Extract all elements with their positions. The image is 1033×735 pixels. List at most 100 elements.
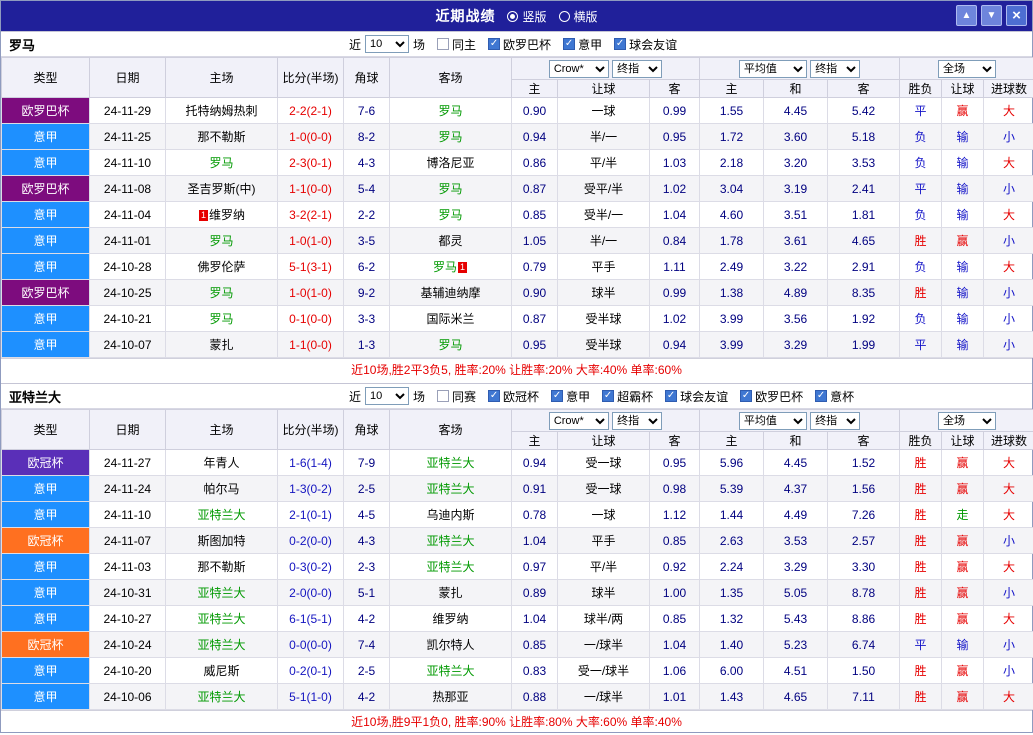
asia-home-odds: 1.04 xyxy=(511,527,558,554)
euro-home-odds: 1.43 xyxy=(699,683,764,710)
match-row: 意甲 24-10-28 佛罗伦萨 5-1(3-1) 6-2 罗马 1 0.79 平手 1.11 2.… xyxy=(1,253,1033,280)
away-team-cell: 乌迪内斯 xyxy=(389,501,512,528)
home-team-name: 斯图加特 xyxy=(197,534,246,548)
checkbox-label: 球会友谊 xyxy=(629,37,678,52)
filter-checkbox[interactable]: ✓ 球会友谊 xyxy=(665,388,728,405)
corner-cell: 2-2 xyxy=(343,201,390,228)
recent-count-select[interactable]: 10 xyxy=(365,387,410,405)
asia-home-odds: 0.87 xyxy=(511,305,558,332)
radio-unselected-icon xyxy=(558,10,570,22)
home-team-name: 圣吉罗斯(中) xyxy=(187,182,256,196)
scroll-down-button[interactable]: ▼ xyxy=(981,5,1002,26)
score-cell: 0-2(0-1) xyxy=(277,657,344,684)
asia-odds-time-select[interactable]: 终指 xyxy=(612,411,663,430)
handicap-result-cell: 赢 xyxy=(941,605,985,632)
column-subheader: 进球数 xyxy=(983,431,1033,450)
checkbox-icon: ✓ xyxy=(665,390,678,402)
result-cell: 负 xyxy=(899,305,943,332)
home-team-name: 维罗纳 xyxy=(208,208,245,222)
result-cell: 胜 xyxy=(899,605,943,632)
home-team-cell: 1 维罗纳 xyxy=(165,201,278,228)
goals-result-cell: 小 xyxy=(983,227,1033,254)
match-row: 欧冠杯 24-11-27 年青人 1-6(1-4) 7-9 亚特兰大 0.94 受一球 0.95… xyxy=(1,449,1033,476)
score-cell: 0-1(0-0) xyxy=(277,305,344,332)
euro-away-odds: 1.99 xyxy=(826,331,901,358)
away-team-cell: 都灵 xyxy=(389,227,512,254)
away-team-name: 亚特兰大 xyxy=(426,534,475,548)
close-button[interactable]: × xyxy=(1006,5,1027,26)
euro-draw-odds: 3.29 xyxy=(763,331,828,358)
column-subheader: 让球 xyxy=(557,431,650,450)
match-row: 意甲 24-11-24 帕尔马 1-3(0-2) 2-5 亚特兰大 0.91 受一球 0.98 5… xyxy=(1,475,1033,502)
match-row: 意甲 24-11-01 罗马 1-0(1-0) 3-5 都灵 1.05 半/一 0.84 1.78… xyxy=(1,227,1033,254)
radio-horizontal-layout[interactable]: 横版 xyxy=(558,8,598,25)
radio-vertical-layout[interactable]: 竖版 xyxy=(507,8,547,25)
away-team-name: 罗马 xyxy=(438,208,463,222)
filter-checkbox[interactable]: ✓ 球会友谊 xyxy=(614,36,677,53)
goals-result-cell: 大 xyxy=(983,149,1033,176)
date-cell: 24-10-07 xyxy=(89,331,166,358)
scroll-up-button[interactable]: ▲ xyxy=(956,5,977,26)
home-team-cell: 亚特兰大 xyxy=(165,501,278,528)
euro-away-odds: 4.65 xyxy=(826,227,901,254)
euro-odds-company-select[interactable]: 平均值 xyxy=(738,411,807,430)
filter-checkbox[interactable]: ✓ 欧罗巴杯 xyxy=(740,388,803,405)
column-header: 角球 xyxy=(343,57,390,98)
filter-checkbox[interactable]: ✓ 欧罗巴杯 xyxy=(488,36,551,53)
euro-draw-odds: 3.51 xyxy=(763,201,828,228)
date-cell: 24-11-10 xyxy=(89,149,166,176)
goals-result-cell: 大 xyxy=(983,683,1033,710)
scope-select[interactable]: 全场 xyxy=(938,411,997,430)
asia-odds-company-select[interactable]: Crow* xyxy=(548,59,609,78)
home-team-cell: 年青人 xyxy=(165,449,278,476)
euro-odds-company-select[interactable]: 平均值 xyxy=(738,59,807,78)
filter-checkbox[interactable]: ✓ 意甲 xyxy=(551,388,590,405)
filter-checkbox[interactable]: ✓ 欧冠杯 xyxy=(488,388,539,405)
score-cell: 5-1(1-0) xyxy=(277,683,344,710)
score-cell: 2-2(2-1) xyxy=(277,97,344,124)
asia-handicap: 受平/半 xyxy=(557,175,650,202)
asia-odds-company-select[interactable]: Crow* xyxy=(548,411,609,430)
filter-checkbox[interactable]: 同赛 xyxy=(437,388,476,405)
euro-odds-time-select[interactable]: 终指 xyxy=(810,411,861,430)
away-team-cell: 亚特兰大 xyxy=(389,553,512,580)
match-row: 欧罗巴杯 24-11-29 托特纳姆热刺 2-2(2-1) 7-6 罗马 0.90 一球 0.9… xyxy=(1,97,1033,124)
asia-odds-time-select[interactable]: 终指 xyxy=(612,59,663,78)
home-team-name: 亚特兰大 xyxy=(197,638,246,652)
corner-cell: 2-3 xyxy=(343,553,390,580)
euro-away-odds: 1.92 xyxy=(826,305,901,332)
filter-checkbox[interactable]: 同主 xyxy=(437,36,476,53)
euro-away-odds: 7.26 xyxy=(826,501,901,528)
scope-header: 全场 xyxy=(899,57,1033,80)
scope-select[interactable]: 全场 xyxy=(938,59,997,78)
away-team-cell: 罗马 1 xyxy=(389,253,512,280)
date-cell: 24-11-24 xyxy=(89,475,166,502)
corner-cell: 3-3 xyxy=(343,305,390,332)
asia-away-odds: 1.04 xyxy=(649,631,700,658)
asia-handicap: 受半/一 xyxy=(557,201,650,228)
home-team-cell: 亚特兰大 xyxy=(165,631,278,658)
result-cell: 胜 xyxy=(899,527,943,554)
results-table: 类型 日期 主场 比分(半场) 角球 客场 Crow* 终指 平均值 终指 全场主让球客主和客胜… xyxy=(1,57,1033,358)
home-team-cell: 罗马 xyxy=(165,227,278,254)
filter-checkbox[interactable]: ✓ 超霸杯 xyxy=(602,388,653,405)
recent-count-select[interactable]: 10 xyxy=(365,35,410,53)
asia-home-odds: 0.95 xyxy=(511,331,558,358)
away-team-cell: 亚特兰大 xyxy=(389,449,512,476)
checkbox-label: 欧罗巴杯 xyxy=(755,389,804,404)
checkbox-icon: ✓ xyxy=(488,390,501,402)
column-subheader: 让球 xyxy=(941,431,985,450)
asia-odds-header: Crow* 终指 xyxy=(511,409,700,432)
column-subheader: 主 xyxy=(699,79,764,98)
date-cell: 24-11-07 xyxy=(89,527,166,554)
score-cell: 2-1(0-1) xyxy=(277,501,344,528)
euro-away-odds: 8.86 xyxy=(826,605,901,632)
euro-odds-time-select[interactable]: 终指 xyxy=(810,59,861,78)
filter-checkbox[interactable]: ✓ 意甲 xyxy=(563,36,602,53)
column-subheader: 主 xyxy=(511,79,558,98)
euro-draw-odds: 4.49 xyxy=(763,501,828,528)
match-row: 欧罗巴杯 24-10-25 罗马 1-0(1-0) 9-2 基辅迪纳摩 0.90 球半 0.99… xyxy=(1,279,1033,306)
filter-checkbox[interactable]: ✓ 意杯 xyxy=(815,388,854,405)
home-team-name: 威尼斯 xyxy=(203,664,240,678)
result-cell: 胜 xyxy=(899,449,943,476)
